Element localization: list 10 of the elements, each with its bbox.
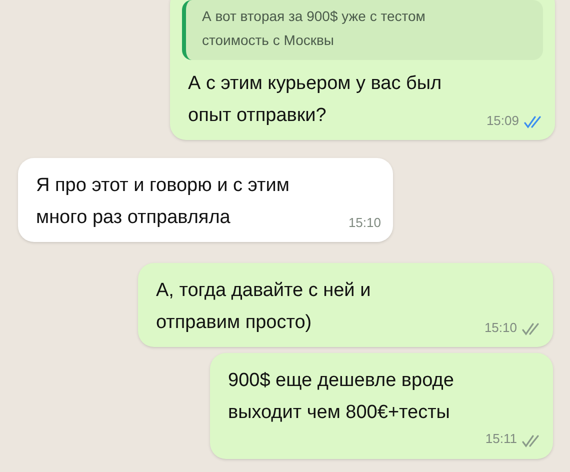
message-text: А с этим курьером у вас был опыт отправки?	[188, 72, 443, 128]
message-text: Я про этот и говорю и с этим много раз отправляла	[36, 174, 290, 230]
quoted-text: А вот вторая за 900$ уже с тестом стоимость с Москвы	[202, 7, 426, 50]
message-time: 15:09	[486, 112, 519, 130]
message-text: 900$ еще дешевле вроде выходит чем 800€+тесты	[228, 369, 455, 425]
message-time: 15:10	[348, 214, 381, 232]
message-time: 15:11	[485, 430, 517, 448]
message-text: А, тогда давайте с ней и отправим просто)	[156, 279, 372, 335]
quoted-message[interactable]: А вот вторая за 900$ уже с тестом стоимость с Москвы	[182, 0, 543, 60]
message-time: 15:10	[484, 318, 517, 336]
